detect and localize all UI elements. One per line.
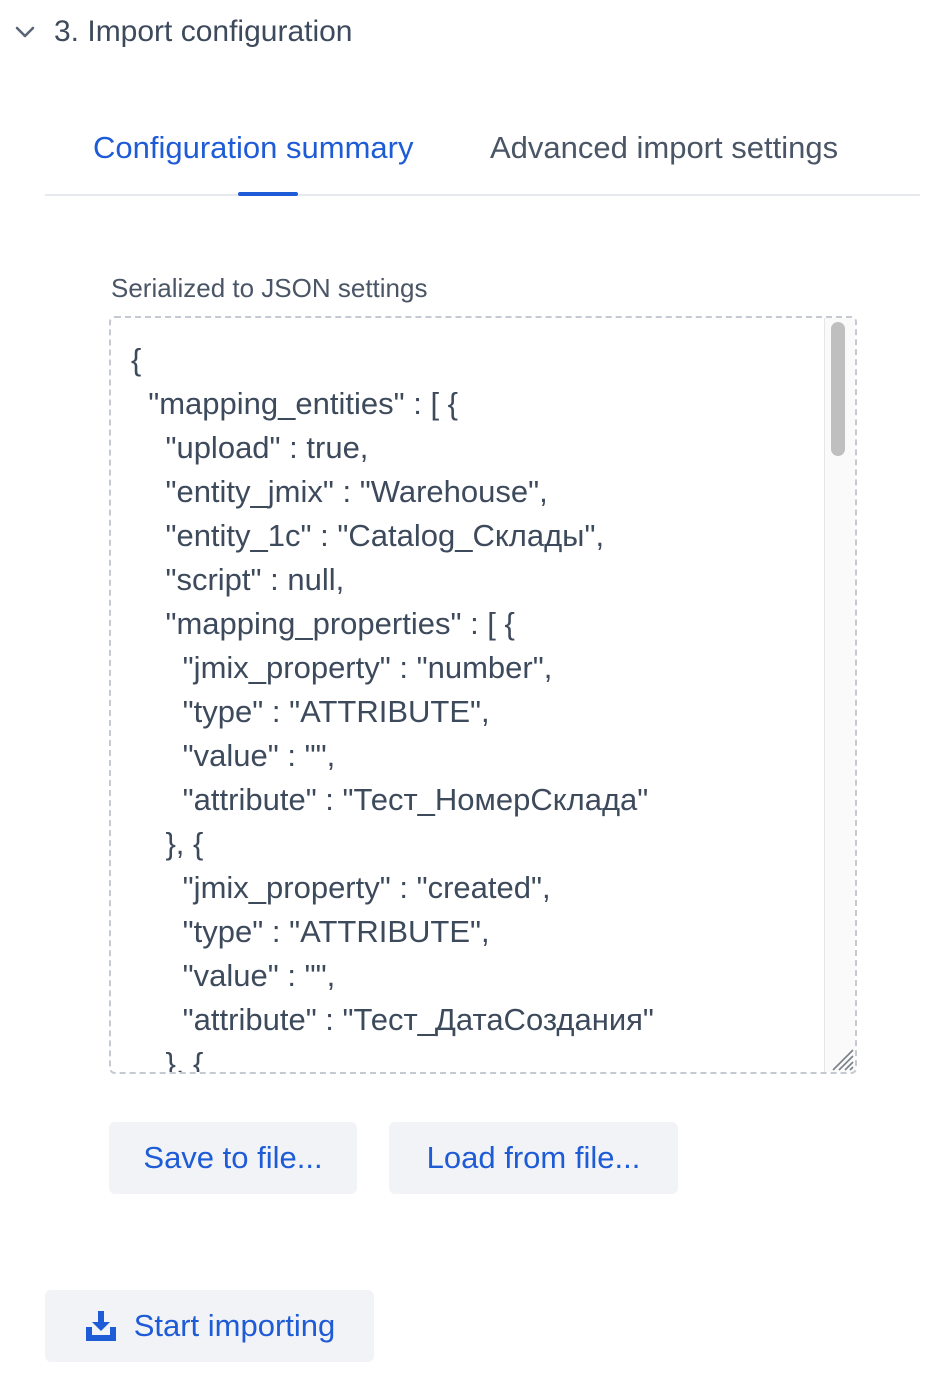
tab-configuration-summary[interactable]: Configuration summary <box>93 130 413 166</box>
resize-handle-icon[interactable] <box>827 1044 855 1072</box>
json-settings-textarea[interactable]: { "mapping_entities" : [ { "upload" : tr… <box>109 316 857 1074</box>
json-settings-text[interactable]: { "mapping_entities" : [ { "upload" : tr… <box>131 338 654 1072</box>
textarea-scrollbar[interactable] <box>824 318 855 1072</box>
download-icon <box>84 1309 118 1343</box>
chevron-down-icon[interactable] <box>10 17 40 47</box>
scrollbar-thumb[interactable] <box>831 322 845 456</box>
active-tab-indicator <box>238 192 298 196</box>
load-from-file-button[interactable]: Load from file... <box>389 1122 678 1194</box>
section-header-import-configuration[interactable]: 3. Import configuration <box>10 10 353 54</box>
load-from-file-label: Load from file... <box>426 1140 641 1175</box>
section-title: 3. Import configuration <box>54 15 353 48</box>
save-to-file-button[interactable]: Save to file... <box>109 1122 357 1194</box>
tab-advanced-import-settings[interactable]: Advanced import settings <box>490 130 838 166</box>
json-settings-label: Serialized to JSON settings <box>111 273 428 303</box>
start-importing-button[interactable]: Start importing <box>45 1290 374 1362</box>
start-importing-label: Start importing <box>133 1308 336 1343</box>
save-to-file-label: Save to file... <box>143 1140 323 1175</box>
tab-bar: Configuration summary Advanced import se… <box>45 110 920 196</box>
